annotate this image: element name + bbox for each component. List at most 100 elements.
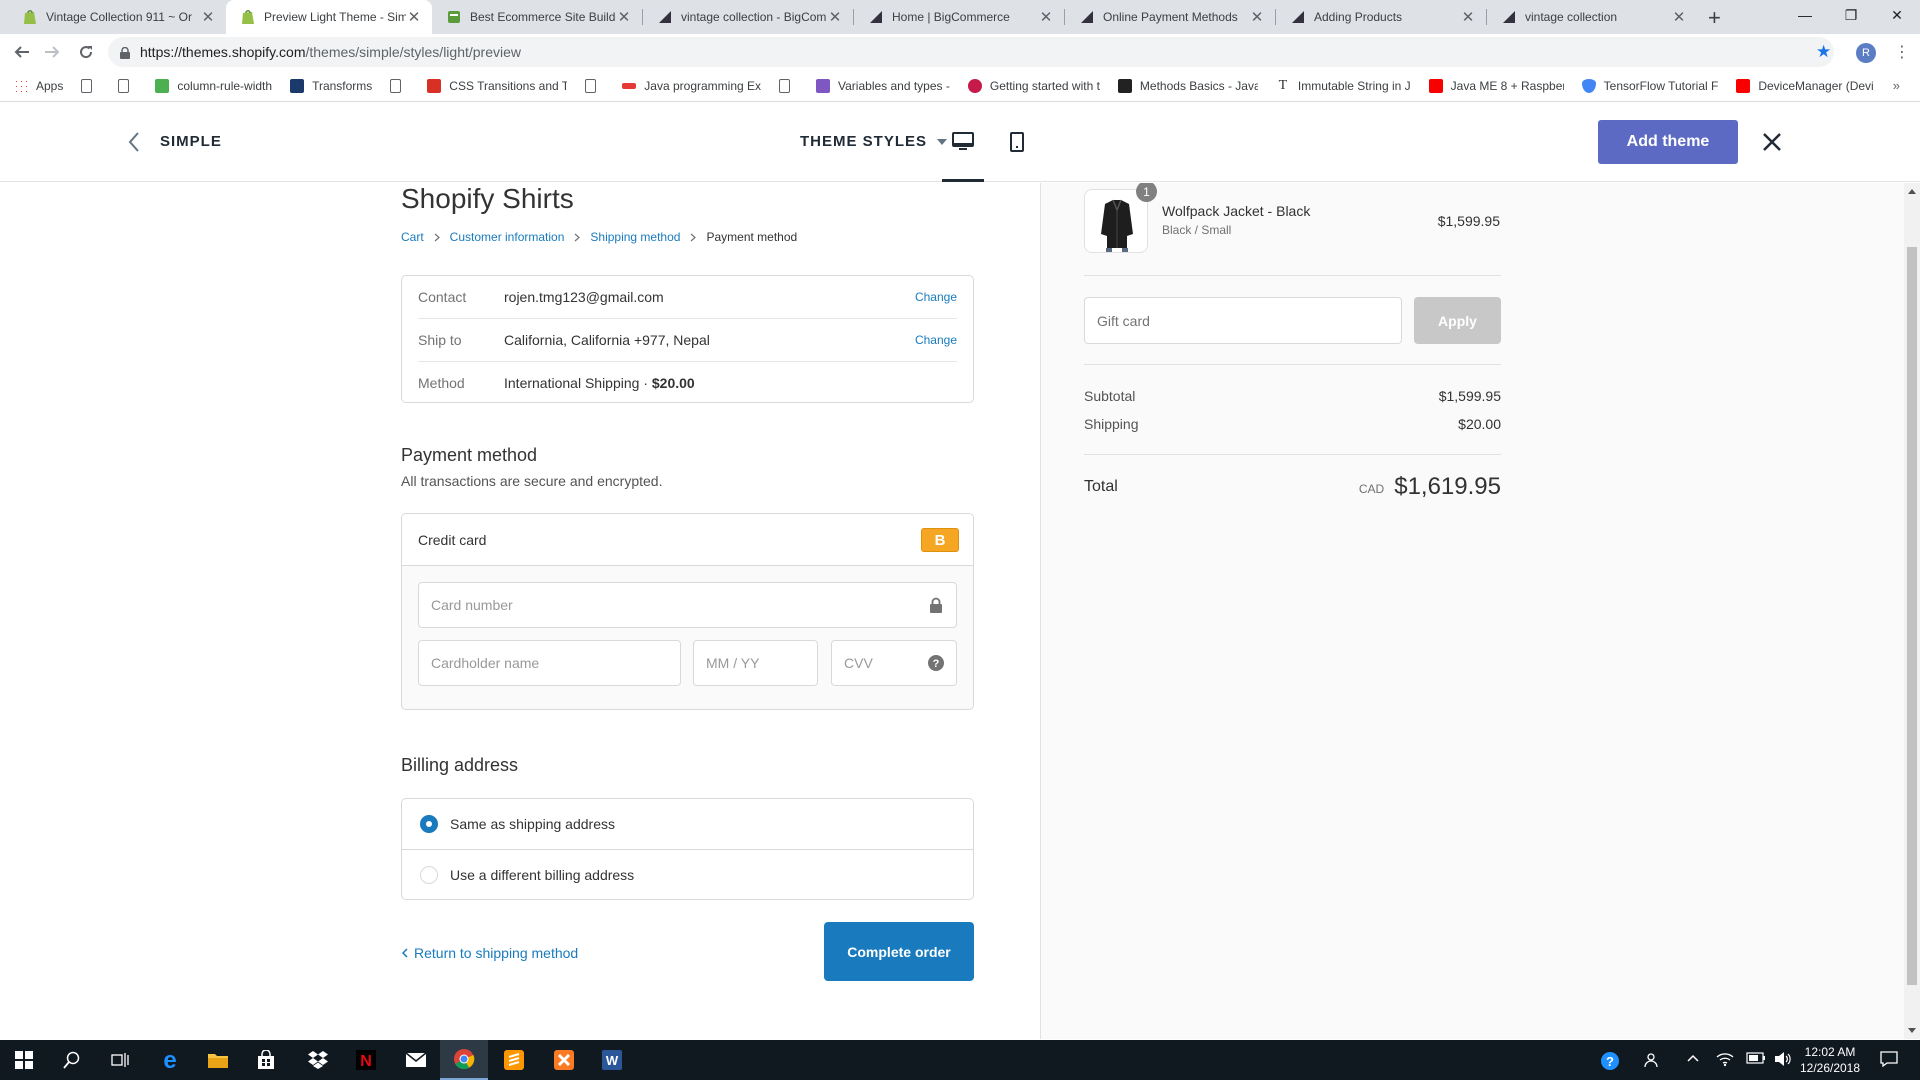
mobile-icon[interactable] xyxy=(997,122,1037,162)
close-tab-icon[interactable]: ✕ xyxy=(1460,8,1476,26)
browser-tab[interactable]: Vintage Collection 911 ~ Or ✕ xyxy=(8,0,226,34)
edge-icon[interactable]: e xyxy=(146,1040,194,1080)
cardholder-name-input[interactable]: Cardholder name xyxy=(418,640,681,686)
change-shipping-link[interactable]: Change xyxy=(915,333,957,347)
battery-icon[interactable] xyxy=(1746,1051,1766,1067)
close-tab-icon[interactable]: ✕ xyxy=(827,8,843,26)
complete-order-button[interactable]: Complete order xyxy=(824,922,974,981)
theme-styles-dropdown[interactable]: THEME STYLES xyxy=(800,133,948,150)
close-tab-icon[interactable]: ✕ xyxy=(1038,8,1054,26)
return-to-shipping-link[interactable]: Return to shipping method xyxy=(401,945,578,961)
bookmark-item[interactable]: Methods Basics - Java xyxy=(1117,78,1258,93)
help-tray-icon[interactable]: ? xyxy=(1600,1051,1620,1074)
breadcrumb-shipping-method[interactable]: Shipping method xyxy=(590,230,680,244)
restore-icon[interactable]: ❐ xyxy=(1828,0,1874,30)
apply-gift-card-button[interactable]: Apply xyxy=(1414,297,1501,344)
bookmark-item[interactable] xyxy=(118,78,137,93)
bookmark-item[interactable] xyxy=(779,78,798,93)
notifications-icon[interactable] xyxy=(1880,1051,1898,1070)
browser-tab-active[interactable]: Preview Light Theme - Simp ✕ xyxy=(226,0,432,34)
radio-unselected[interactable] xyxy=(420,866,438,884)
sublime-text-icon[interactable] xyxy=(490,1040,538,1080)
forward-arrow-icon[interactable] xyxy=(40,40,64,64)
close-window-icon[interactable]: ✕ xyxy=(1874,0,1920,30)
close-tab-icon[interactable]: ✕ xyxy=(200,8,216,26)
bookmark-item[interactable]: Transforms xyxy=(290,78,372,93)
page-scrollbar[interactable] xyxy=(1904,183,1920,1039)
browser-tab[interactable]: Home | BigCommerce ✕ xyxy=(854,0,1064,34)
close-tab-icon[interactable]: ✕ xyxy=(1249,8,1265,26)
scrollbar-thumb[interactable] xyxy=(1907,247,1917,985)
chevron-up-icon[interactable] xyxy=(1686,1051,1700,1068)
bookmark-item[interactable]: CSS Transitions and T xyxy=(427,78,567,93)
bookmarks-overflow[interactable]: » xyxy=(1893,78,1900,93)
file-explorer-icon[interactable] xyxy=(194,1040,242,1080)
minimize-icon[interactable]: — xyxy=(1782,0,1828,30)
profile-avatar[interactable]: R xyxy=(1856,43,1876,63)
bookmark-item[interactable]: T Immutable String in J xyxy=(1276,79,1411,93)
bookmark-item[interactable]: TensorFlow Tutorial F xyxy=(1581,78,1718,93)
xampp-icon[interactable] xyxy=(540,1040,588,1080)
bookmark-item[interactable]: column-rule-width xyxy=(155,78,272,93)
word-icon[interactable]: W xyxy=(588,1040,636,1080)
bookmark-item[interactable]: DeviceManager (Devi xyxy=(1736,78,1874,93)
breadcrumb-customer-information[interactable]: Customer information xyxy=(450,230,565,244)
close-tab-icon[interactable]: ✕ xyxy=(1671,8,1687,26)
search-icon[interactable] xyxy=(48,1040,96,1080)
browser-tab[interactable]: vintage collection - BigCom ✕ xyxy=(643,0,853,34)
breadcrumb-cart[interactable]: Cart xyxy=(401,230,424,244)
address-bar[interactable]: https://themes.shopify.com/themes/simple… xyxy=(108,37,1834,67)
radio-selected[interactable] xyxy=(420,815,438,833)
desktop-icon[interactable] xyxy=(943,122,983,162)
close-tab-icon[interactable]: ✕ xyxy=(406,8,422,26)
change-contact-link[interactable]: Change xyxy=(915,290,957,304)
mail-icon[interactable] xyxy=(392,1040,440,1080)
browser-toolbar: https://themes.shopify.com/themes/simple… xyxy=(0,34,1920,70)
apps-icon xyxy=(14,78,28,93)
gift-card-input[interactable]: Gift card xyxy=(1084,297,1402,344)
browser-tab[interactable]: Best Ecommerce Site Builde ✕ xyxy=(432,0,642,34)
add-theme-button[interactable]: Add theme xyxy=(1598,120,1738,164)
bookmark-item[interactable]: Getting started with t xyxy=(967,78,1100,93)
scroll-up-icon[interactable] xyxy=(1908,189,1916,194)
bookmark-item[interactable]: Variables and types - xyxy=(816,78,950,93)
browser-tab[interactable]: Adding Products ✕ xyxy=(1276,0,1486,34)
close-tab-icon[interactable]: ✕ xyxy=(616,8,632,26)
bookmark-item[interactable]: Java ME 8 + Raspberr xyxy=(1428,78,1564,93)
menu-kebab-icon[interactable]: ⋮ xyxy=(1894,42,1910,62)
credit-card-fields: Card number Cardholder name MM / YY CVV … xyxy=(402,566,973,709)
expiry-input[interactable]: MM / YY xyxy=(693,640,818,686)
dropbox-icon[interactable] xyxy=(294,1040,342,1080)
store-title[interactable]: Shopify Shirts xyxy=(401,183,574,215)
product-variant: Black / Small xyxy=(1162,223,1232,237)
cvv-input[interactable]: CVV ? xyxy=(831,640,957,686)
system-clock[interactable]: 12:02 AM 12/26/2018 xyxy=(1790,1044,1870,1076)
wifi-icon[interactable] xyxy=(1716,1051,1734,1070)
browser-tab[interactable]: Online Payment Methods ✕ xyxy=(1065,0,1275,34)
browser-tab[interactable]: vintage collection ✕ xyxy=(1487,0,1697,34)
chevron-left-icon[interactable] xyxy=(126,130,142,154)
back-arrow-icon[interactable] xyxy=(10,40,34,64)
chrome-icon[interactable] xyxy=(440,1040,488,1080)
scroll-down-icon[interactable] xyxy=(1908,1028,1916,1033)
billing-same-option[interactable]: Same as shipping address xyxy=(402,799,973,849)
theme-name[interactable]: SIMPLE xyxy=(160,133,222,150)
netflix-icon[interactable]: N xyxy=(342,1040,390,1080)
windows-start-icon[interactable] xyxy=(0,1040,48,1080)
bookmark-item[interactable]: Java programming Ex xyxy=(622,79,761,93)
bookmark-apps[interactable]: Apps xyxy=(14,78,63,93)
billing-different-option[interactable]: Use a different billing address xyxy=(402,850,973,900)
card-number-input[interactable]: Card number xyxy=(418,582,957,628)
checkout-page: Shopify Shirts Cart Customer information… xyxy=(0,183,1920,1039)
task-view-icon[interactable] xyxy=(96,1040,144,1080)
bookmark-item[interactable] xyxy=(81,78,100,93)
bookmark-star-icon[interactable]: ★ xyxy=(1816,42,1831,62)
close-icon[interactable] xyxy=(1760,130,1784,154)
reload-icon[interactable] xyxy=(74,40,98,64)
people-icon[interactable] xyxy=(1644,1051,1662,1072)
help-icon[interactable]: ? xyxy=(928,655,944,671)
bookmark-item[interactable] xyxy=(390,78,409,93)
bookmark-item[interactable] xyxy=(585,78,604,93)
new-tab-button[interactable]: + xyxy=(1708,5,1721,31)
store-icon[interactable] xyxy=(242,1040,290,1080)
